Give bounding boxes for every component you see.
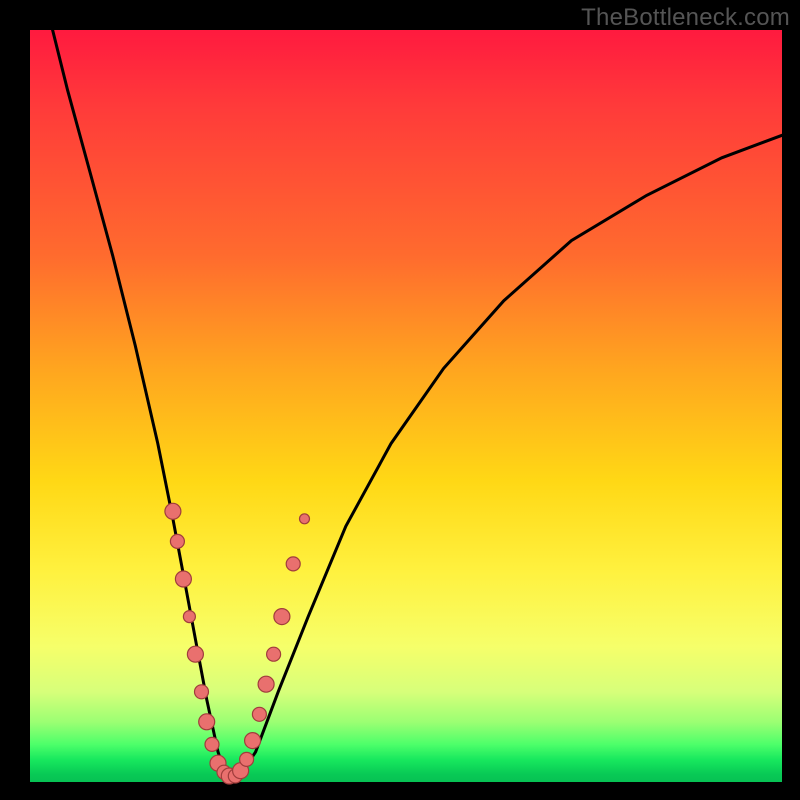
data-point bbox=[252, 707, 266, 721]
data-point bbox=[258, 676, 274, 692]
data-point bbox=[245, 733, 261, 749]
curve-svg bbox=[30, 30, 782, 782]
data-point bbox=[170, 534, 184, 548]
data-point bbox=[175, 571, 191, 587]
data-point bbox=[199, 714, 215, 730]
data-point bbox=[240, 752, 254, 766]
data-point bbox=[300, 514, 310, 524]
watermark-text: TheBottleneck.com bbox=[581, 4, 790, 32]
data-markers bbox=[165, 503, 310, 784]
data-point bbox=[195, 685, 209, 699]
bottleneck-curve bbox=[53, 30, 782, 778]
plot-area bbox=[30, 30, 782, 782]
data-point bbox=[183, 611, 195, 623]
data-point bbox=[165, 503, 181, 519]
chart-frame: TheBottleneck.com bbox=[0, 0, 800, 800]
data-point bbox=[205, 737, 219, 751]
data-point bbox=[187, 646, 203, 662]
data-point bbox=[286, 557, 300, 571]
data-point bbox=[267, 647, 281, 661]
data-point bbox=[274, 609, 290, 625]
